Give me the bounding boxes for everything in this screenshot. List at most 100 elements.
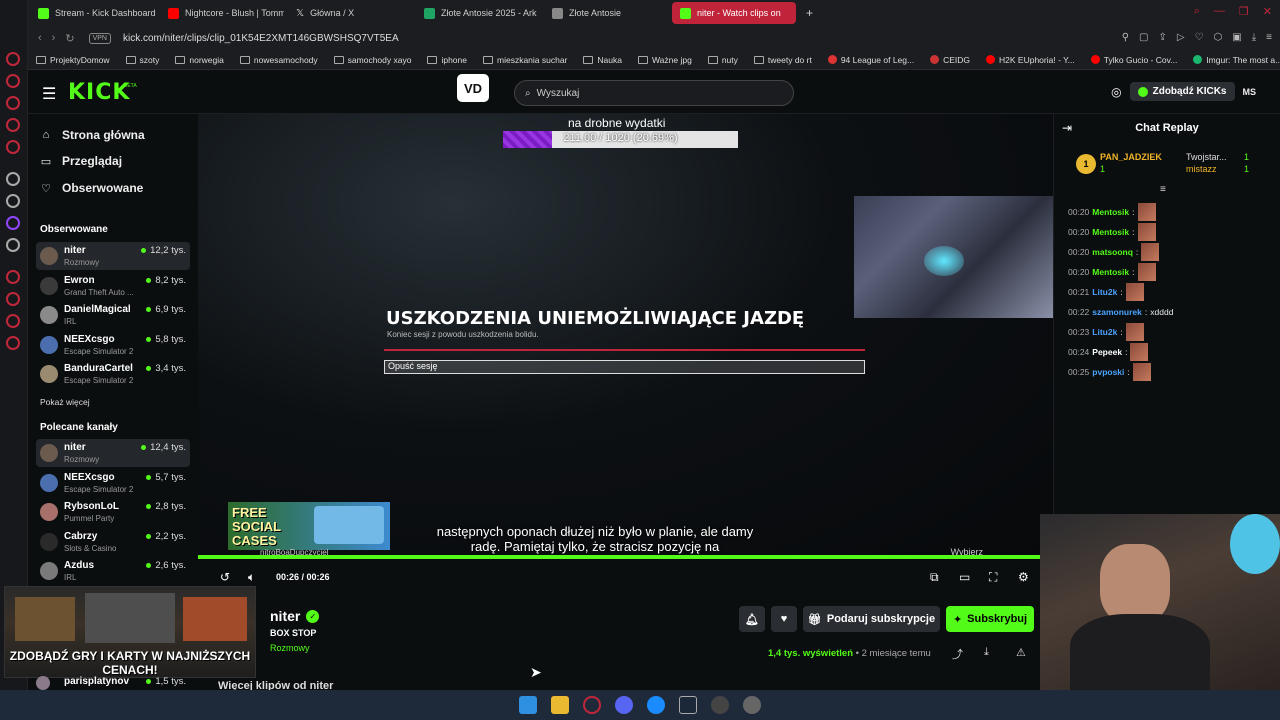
start-icon[interactable] [519,696,537,714]
nav-home[interactable]: ⌂ Strona główna [40,128,145,142]
maximize-icon[interactable]: ❐ [1239,5,1249,18]
channel-item-danielmagical[interactable]: DanielMagical IRL 6,9 tys. [36,301,190,329]
message-user[interactable]: szamonurek [1092,307,1142,317]
bookmark-item[interactable]: mieszkania suchar [475,55,575,65]
settings-icon[interactable] [6,336,20,350]
bag-icon[interactable] [6,96,20,110]
file-explorer-icon[interactable] [551,696,569,714]
tab-niter-clips[interactable]: niter - Watch clips on✕ [672,2,796,24]
bookmark-item[interactable]: 94 League of Leg... [820,55,922,65]
opera-icon[interactable] [6,52,20,66]
notifications-icon[interactable]: ◎ [1111,85,1121,99]
tab-zlote-antosie[interactable]: Złote Antosie [544,2,668,24]
nav-browse[interactable]: ▭ Przeglądaj [40,154,122,168]
bookmark-item[interactable]: nowesamochody [232,55,326,65]
ad-overlay[interactable]: ZDOBĄDŹ GRY I KARTY W NAJNIŻSZYCH CENACH… [4,586,256,678]
message-user[interactable]: Mentosik [1092,227,1129,237]
message-user[interactable]: Pepeek [1092,347,1122,357]
new-tab-button[interactable]: + [798,2,818,24]
notification-bell-button[interactable]: 🔔︎ [739,606,765,632]
chat-filter-icon[interactable]: ≡ [1160,184,1166,195]
search-input[interactable]: ⌕ Wyszukaj [514,80,794,106]
clock-icon[interactable] [6,292,20,306]
get-kicks-button[interactable]: Zdobądź KICKs [1129,82,1235,101]
gifter-name[interactable]: mistazz [1186,164,1217,174]
tab-kick-dashboard[interactable]: Stream - Kick Dashboard [30,2,158,24]
partial-channel-item[interactable]: parisplatynov 1,5 tys. [36,676,190,690]
channel-item-rybsonlol[interactable]: RybsonLoL Pummel Party 2,8 tys. [36,498,190,526]
clip-category[interactable]: Rozmowy [270,643,310,653]
opera-icon[interactable] [583,696,601,714]
channel-item-cabrzy[interactable]: Cabrzy Slots & Casino 2,2 tys. [36,528,190,556]
message-user[interactable]: Mentosik [1092,207,1129,217]
tab-nightcore[interactable]: Nightcore - Blush | Tomm [160,2,284,24]
show-more-link[interactable]: Pokaż więcej [40,397,90,407]
message-user[interactable]: Mentosik [1092,267,1129,277]
messenger-icon[interactable] [647,696,665,714]
share-icon[interactable]: ⇪ [1158,32,1166,43]
reload-icon[interactable]: ↻ [65,32,74,45]
kick-rail-icon[interactable] [6,172,20,186]
download-icon[interactable]: ⤓ [984,646,989,659]
bookmark-item[interactable]: samochody xayo [326,55,420,65]
streamer-name[interactable]: niter ✓ [270,608,320,624]
close-window-icon[interactable]: ✕ [1263,5,1272,18]
video-progress-bar[interactable] [198,555,1040,559]
share-icon[interactable]: ⤴ [952,646,963,662]
user-avatar[interactable]: MS [1243,87,1257,97]
wallet-icon[interactable]: ▣ [1232,32,1241,43]
message-user[interactable]: matsoonq [1092,247,1133,257]
obs-icon[interactable] [711,696,729,714]
channel-item-banduracartel[interactable]: BanduraCartel Escape Simulator 2 3,4 tys. [36,360,190,388]
channel-item-neexcsgo[interactable]: NEEXcsgo Escape Simulator 2 5,8 tys. [36,331,190,359]
bookmark-item[interactable]: norwegia [167,55,232,65]
follow-button[interactable]: ♥ [771,606,797,632]
bookmark-item[interactable]: Ważne jpg [630,55,700,65]
bookmark-item[interactable]: CEIDG [922,55,978,65]
play-icon[interactable]: ▷ [1177,32,1185,43]
video-player[interactable]: na drobne wydatki 211.00 / 1020 (20.69%)… [198,114,1053,560]
vpn-badge[interactable]: VPN [88,32,111,44]
menu-icon[interactable]: ≡ [1266,32,1272,43]
history-icon[interactable] [6,270,20,284]
bookmark-item[interactable]: tweety do rt [746,55,820,65]
pip-icon[interactable]: ⧉ [930,570,939,585]
bookmark-item[interactable]: nuty [700,55,746,65]
gift-sub-button[interactable]: 🎁︎ Podaruj subskrypcje [803,606,940,632]
channel-item-ewron[interactable]: Ewron Grand Theft Auto ... 8,2 tys. [36,272,190,300]
bookmark-item[interactable]: Imgur: The most a... [1185,55,1280,65]
bookmark-item[interactable]: iphone [419,55,475,65]
bookmark-item[interactable]: ProjektyDomow [28,55,118,65]
url-field[interactable]: kick.com/niter/clips/clip_01K54E2XMT146G… [123,33,399,44]
bookmark-item[interactable]: H2K EUphoria! - Y... [978,55,1083,65]
channel-item-niter[interactable]: niter Rozmowy 12,2 tys. [36,242,190,270]
subscribe-button[interactable]: ✦ Subskrybuj [946,606,1034,632]
discord-icon[interactable] [615,696,633,714]
message-user[interactable]: pvposki [1092,367,1124,377]
hamburger-menu-icon[interactable]: ☰ [42,84,56,104]
minimize-icon[interactable]: — [1214,5,1225,18]
settings-icon[interactable] [743,696,761,714]
volume-icon[interactable]: 🔈︎ [248,570,255,585]
replay-icon[interactable]: ↺ [220,570,230,584]
tab-x[interactable]: 𝕏 Główna / X [288,2,412,24]
extensions-icon[interactable]: ⬡ [1214,32,1223,43]
tab-sheets[interactable]: Złote Antosie 2025 - Ark [416,2,540,24]
nav-following[interactable]: ♡ Obserwowane [40,181,143,195]
report-icon[interactable]: ⚠ [1016,646,1026,659]
x-icon[interactable] [6,238,20,252]
search-tabs-icon[interactable]: ⌕ [1194,5,1200,18]
bookmark-item[interactable]: Nauka [575,55,630,65]
top-gifter-name[interactable]: PAN_JADZIEK [1100,152,1162,162]
download-icon[interactable]: ⤓ [1252,32,1256,43]
cube-icon[interactable] [6,314,20,328]
message-user[interactable]: Litu2k [1092,327,1117,337]
snapshot-icon[interactable]: ▢ [1139,32,1148,43]
aria-icon[interactable] [6,74,20,88]
kick-logo[interactable]: KICK [68,80,130,105]
gifter-name[interactable]: Twojstar... [1186,152,1227,162]
pin-icon[interactable]: ⚲ [1122,32,1129,43]
settings-icon[interactable]: ⚙ [1018,570,1029,584]
channel-item-azdus[interactable]: Azdus IRL 2,6 tys. [36,557,190,585]
wallet-icon[interactable] [6,118,20,132]
